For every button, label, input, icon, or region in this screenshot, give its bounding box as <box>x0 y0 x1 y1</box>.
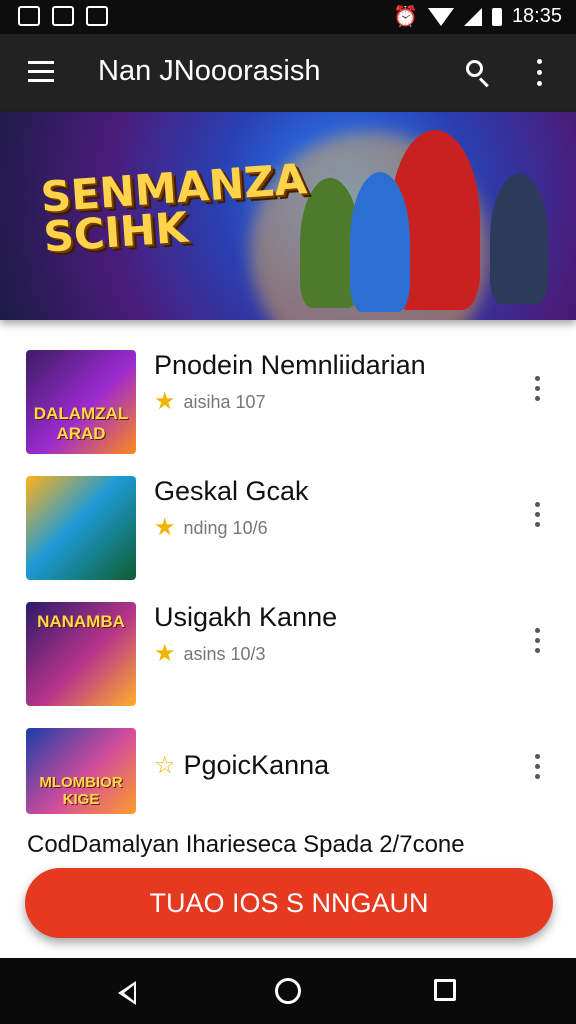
thumbnail-label: DALAMZAL ARAD <box>33 404 129 443</box>
game-title: Pnodein Nemnliidarian <box>154 350 426 380</box>
search-icon[interactable] <box>464 58 492 88</box>
more-vert-icon[interactable] <box>530 58 550 88</box>
item-more-icon[interactable] <box>534 376 542 402</box>
rating-text: aisiha 107 <box>183 391 266 412</box>
game-title: Usigakh Kanne <box>154 602 338 632</box>
game-thumbnail: MLOMBIOR KIGE <box>26 728 136 814</box>
status-time: 18:35 <box>511 5 562 27</box>
game-thumbnail: NANAMBA <box>26 602 136 706</box>
app-bar: Nan JNooorasish <box>0 34 576 112</box>
character-figure <box>490 174 548 304</box>
game-rating: ★ nding 10/6 <box>154 516 268 540</box>
hero-banner[interactable]: SENMANZA SCIHK <box>0 112 576 320</box>
system-nav-bar <box>0 958 576 1024</box>
item-more-icon[interactable] <box>534 628 542 654</box>
notification-icon <box>52 6 74 26</box>
game-rating: ☆ PgoicKanna <box>154 750 329 781</box>
star-icon: ★ <box>154 640 176 667</box>
footer-caption: CodDamalyan Iharieseca Spada 2/7cone <box>27 831 465 858</box>
star-icon: ★ <box>154 388 176 415</box>
primary-cta-button[interactable]: TUAO IOS S NNGAUN <box>25 868 553 938</box>
game-thumbnail <box>26 476 136 580</box>
banner-title: SENMANZA SCIHK <box>39 154 309 262</box>
game-rating: ★ asins 10/3 <box>154 642 266 666</box>
item-more-icon[interactable] <box>534 754 542 780</box>
thumbnail-label: MLOMBIOR KIGE <box>39 774 123 808</box>
alarm-icon: ⏰ <box>393 6 418 28</box>
signal-icon <box>463 7 482 26</box>
menu-icon[interactable] <box>28 61 54 83</box>
star-icon: ★ <box>154 514 176 541</box>
notification-icon <box>18 6 40 26</box>
back-icon[interactable] <box>118 981 136 1005</box>
home-icon[interactable] <box>275 978 301 1004</box>
status-system: ⏰ 18:35 <box>393 4 562 29</box>
game-thumbnail: DALAMZAL ARAD <box>26 350 136 454</box>
wifi-icon <box>427 7 454 26</box>
game-rating: ★ aisiha 107 <box>154 390 266 414</box>
status-bar: ⏰ 18:35 <box>0 0 576 34</box>
list-item[interactable]: Geskal Gcak ★ nding 10/6 <box>0 476 576 602</box>
thumbnail-label: NANAMBA <box>37 612 125 631</box>
recents-icon[interactable] <box>434 979 456 1001</box>
status-notifications <box>18 6 108 26</box>
list-item[interactable]: DALAMZAL ARAD Pnodein Nemnliidarian ★ ai… <box>0 350 576 476</box>
battery-icon <box>491 7 502 26</box>
character-figure <box>350 172 410 312</box>
app-title: Nan JNooorasish <box>98 55 321 87</box>
rating-text: nding 10/6 <box>183 517 268 538</box>
item-more-icon[interactable] <box>534 502 542 528</box>
game-title: Geskal Gcak <box>154 476 309 506</box>
rating-text: asins 10/3 <box>183 643 266 664</box>
star-outline-icon: ☆ <box>154 751 176 779</box>
game-title: PgoicKanna <box>183 750 330 780</box>
notification-icon <box>86 6 108 26</box>
list-item[interactable]: NANAMBA Usigakh Kanne ★ asins 10/3 <box>0 602 576 728</box>
